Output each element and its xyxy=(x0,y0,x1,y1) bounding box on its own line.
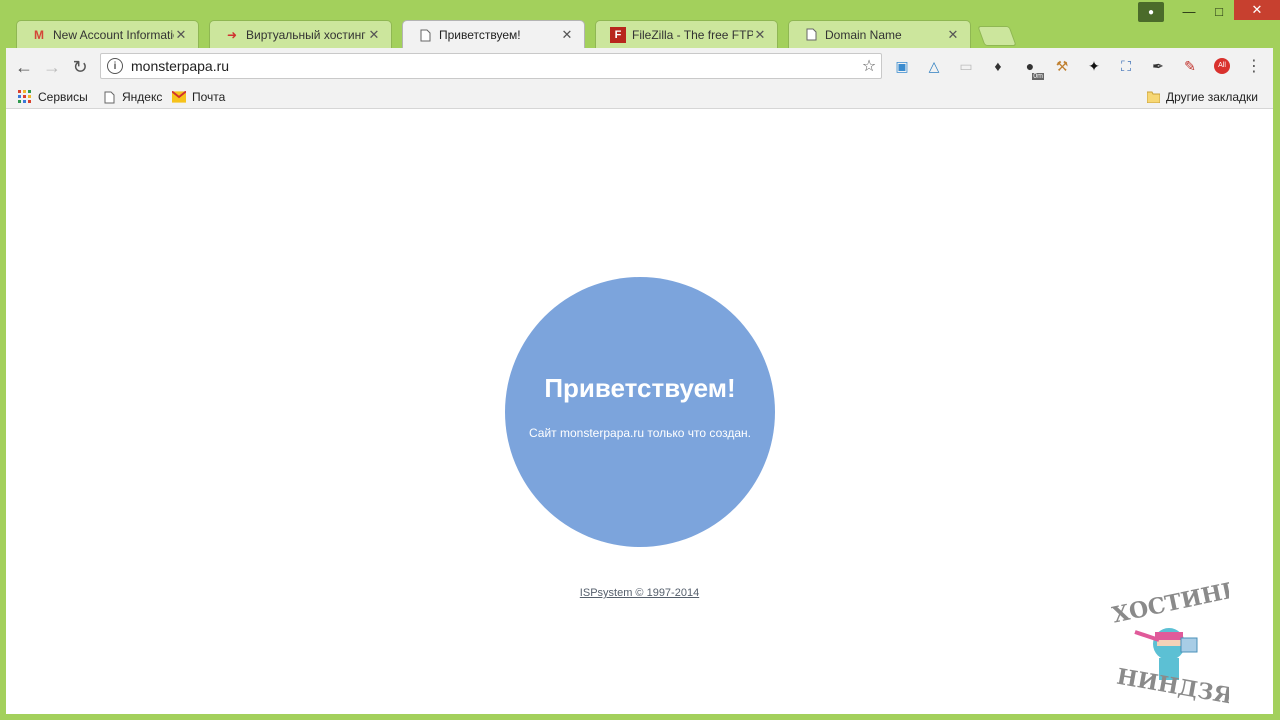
extension-screenshot-icon[interactable]: ▣ xyxy=(892,56,912,76)
extension-evernote-icon[interactable]: ♦ xyxy=(988,56,1008,76)
hoster-arrow-icon: ➜ xyxy=(226,27,238,42)
extension-tools-icon[interactable]: ⚒ xyxy=(1052,56,1072,76)
filezilla-icon: F xyxy=(610,26,626,43)
extension-ninja-icon[interactable]: ✦ xyxy=(1084,56,1104,76)
bookmark-star-icon[interactable]: ☆ xyxy=(857,56,881,76)
extension-window-icon[interactable]: ▭ xyxy=(956,56,976,76)
bookmark-label: Почта xyxy=(192,90,226,104)
close-icon[interactable]: ✕ xyxy=(174,27,188,43)
tab-hosting[interactable]: ➜ Виртуальный хостинг сайтов ✕ xyxy=(209,20,392,48)
extension-adblock-icon[interactable]: All xyxy=(1212,56,1232,76)
extension-crop-icon[interactable]: ⛶ xyxy=(1116,56,1136,76)
profile-icon[interactable]: ● xyxy=(1138,2,1164,22)
page-icon xyxy=(417,27,433,43)
tab-domain[interactable]: Domain Name ✕ xyxy=(788,20,971,48)
extension-timer-icon[interactable]: ● 0m xyxy=(1020,56,1044,80)
bookmark-label: Яндекс xyxy=(122,90,163,104)
bookmark-services[interactable]: Сервисы xyxy=(18,88,88,106)
minimize-icon[interactable]: — xyxy=(1174,0,1204,22)
tab-strip: M New Account Information ✕ ➜ Виртуальны… xyxy=(16,20,1017,49)
url-text[interactable]: monsterpapa.ru xyxy=(131,58,857,74)
bookmark-yandex[interactable]: Яндекс xyxy=(102,88,162,106)
maximize-icon[interactable]: □ xyxy=(1204,0,1234,22)
timer-badge: 0m xyxy=(1032,73,1044,80)
page-heading: Приветствуем! xyxy=(544,373,736,403)
tab-gmail[interactable]: M New Account Information ✕ xyxy=(16,20,199,48)
page-icon xyxy=(102,90,116,104)
bookmarks-bar: Сервисы Яндекс Почта Другие закладки xyxy=(6,86,1273,109)
forward-arrow-icon[interactable]: → xyxy=(38,53,66,81)
info-icon[interactable]: i xyxy=(107,58,123,74)
mail-icon xyxy=(172,90,186,104)
tab-title: FileZilla - The free FTP solution xyxy=(632,27,753,42)
close-icon[interactable]: ✕ xyxy=(753,27,767,43)
menu-kebab-icon[interactable]: ⋮ xyxy=(1244,56,1264,76)
hosting-ninja-logo: ХОСТИНГ НИНДЗЯ xyxy=(1105,577,1240,712)
bookmark-mail[interactable]: Почта xyxy=(172,88,225,106)
tab-title: Приветствуем! xyxy=(439,28,521,42)
adblock-label: All xyxy=(1214,58,1230,74)
welcome-circle: Приветствуем! Сайт monsterpapa.ru только… xyxy=(505,277,775,547)
folder-icon xyxy=(1146,90,1160,104)
window-controls: ● — □ ✕ xyxy=(1138,0,1280,26)
toolbar: ← → ↻ i monsterpapa.ru ☆ ▣ △ ▭ ♦ ● 0m ⚒ … xyxy=(6,48,1273,86)
tab-title: Виртуальный хостинг сайтов xyxy=(246,27,367,42)
bookmark-other[interactable]: Другие закладки xyxy=(1146,88,1258,106)
gmail-icon: M xyxy=(34,27,44,42)
close-window-icon[interactable]: ✕ xyxy=(1234,0,1280,20)
tab-title: Domain Name xyxy=(825,27,902,42)
browser-window: ● — □ ✕ M New Account Information ✕ ➜ Ви… xyxy=(0,0,1280,720)
extension-vpn-icon[interactable]: △ xyxy=(924,56,944,76)
back-arrow-icon[interactable]: ← xyxy=(10,53,38,81)
tab-filezilla[interactable]: F FileZilla - The free FTP solution ✕ xyxy=(595,20,778,48)
bookmark-label: Сервисы xyxy=(38,90,88,104)
close-icon[interactable]: ✕ xyxy=(946,27,960,43)
bookmark-label: Другие закладки xyxy=(1166,90,1258,104)
svg-text:ХОСТИНГ: ХОСТИНГ xyxy=(1110,582,1229,629)
extension-pdf-icon[interactable]: ✎ xyxy=(1180,56,1200,76)
footer: ISPsystem © 1997-2014 xyxy=(6,587,1273,599)
new-tab-button[interactable] xyxy=(977,26,1017,46)
apps-grid-icon xyxy=(18,90,32,104)
tab-title: New Account Information xyxy=(53,27,174,42)
extension-eyedropper-icon[interactable]: ✒ xyxy=(1148,56,1168,76)
close-icon[interactable]: ✕ xyxy=(367,27,381,43)
close-icon[interactable]: ✕ xyxy=(560,27,574,43)
tab-welcome[interactable]: Приветствуем! ✕ xyxy=(402,20,585,49)
reload-icon[interactable]: ↻ xyxy=(66,53,94,81)
page-subtext: Сайт monsterpapa.ru только что создан. xyxy=(529,426,751,440)
address-bar[interactable]: i monsterpapa.ru ☆ xyxy=(100,53,882,79)
page-icon xyxy=(803,27,819,43)
ispsystem-link[interactable]: ISPsystem © 1997-2014 xyxy=(580,587,699,599)
page-content: Приветствуем! Сайт monsterpapa.ru только… xyxy=(6,109,1273,714)
